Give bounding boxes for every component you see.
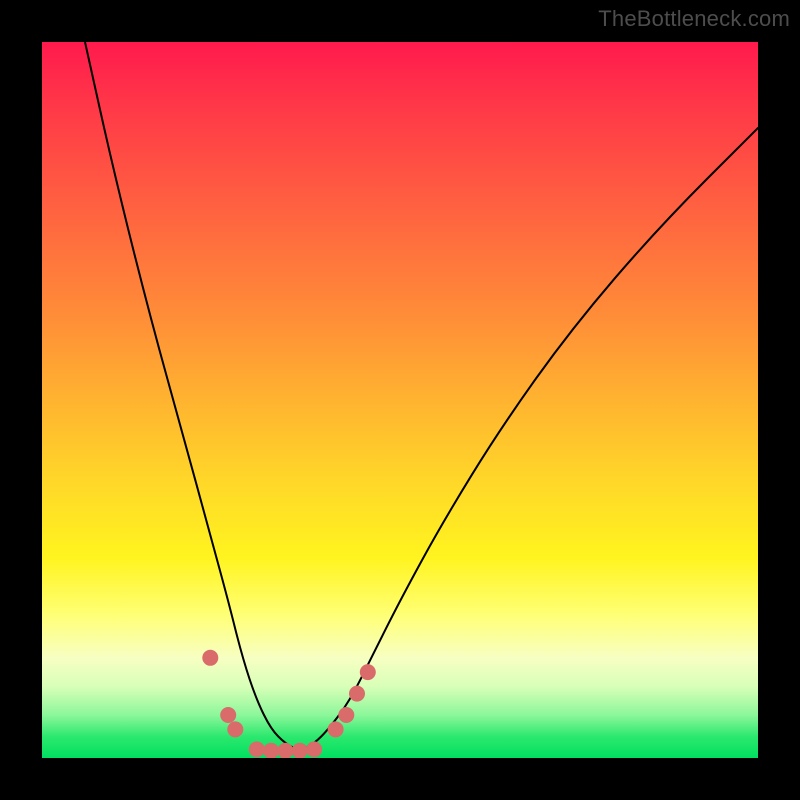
marker-dot	[202, 650, 218, 666]
marker-dot	[338, 707, 354, 723]
marker-dot	[249, 741, 265, 757]
marker-dot	[227, 721, 243, 737]
bottleneck-curve	[85, 42, 758, 749]
chart-frame: TheBottleneck.com	[0, 0, 800, 800]
marker-dot	[220, 707, 236, 723]
marker-dot	[263, 743, 279, 758]
marker-dot	[328, 721, 344, 737]
curve-markers	[202, 650, 375, 758]
marker-dot	[306, 741, 322, 757]
plot-area	[42, 42, 758, 758]
marker-dot	[277, 743, 293, 758]
marker-dot	[360, 664, 376, 680]
marker-dot	[292, 743, 308, 758]
marker-dot	[349, 686, 365, 702]
watermark-text: TheBottleneck.com	[598, 6, 790, 32]
curve-layer	[42, 42, 758, 758]
